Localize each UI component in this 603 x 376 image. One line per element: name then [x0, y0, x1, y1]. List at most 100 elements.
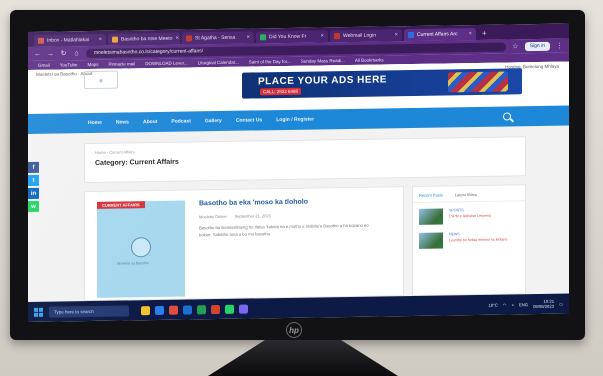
bookmark-item[interactable]: Sunday Mass Readi... [301, 58, 345, 64]
category-badge[interactable]: CURRENT AFFAIRS [97, 201, 145, 209]
post-thumbnail[interactable]: CURRENT AFFAIRS Moeletsi oa Basotho [97, 200, 185, 298]
edge-icon[interactable] [155, 305, 164, 315]
sidebar-tabs: Recent Posts Latest Video [413, 185, 525, 203]
nav-item[interactable]: Login / Register [276, 117, 314, 124]
taskbar-apps [141, 304, 248, 315]
close-tab-icon[interactable]: × [175, 36, 179, 42]
post-author[interactable]: Moeletsi Online [199, 214, 227, 219]
site-logo[interactable]: ◍ [84, 70, 118, 90]
notifications-icon[interactable]: ▭ [559, 301, 563, 306]
post-meta: Moeletsi Online September 21, 2023 [199, 213, 271, 219]
taskbar-search[interactable]: Type here to search [49, 304, 129, 318]
language-indicator[interactable]: ENG [519, 302, 528, 307]
tab-favicon-icon [408, 31, 414, 39]
close-tab-icon[interactable]: × [468, 31, 472, 37]
browser-tab[interactable]: Current Affairs Arc × [404, 27, 476, 42]
nav-item[interactable]: Podcast [171, 118, 190, 124]
sidebar-post[interactable]: SPORTS LSPM e lekhetse Letsema [413, 201, 525, 227]
search-icon[interactable] [503, 112, 511, 121]
close-tab-icon[interactable]: × [98, 37, 102, 43]
tab-label: Inbox - Matlahlakai [47, 37, 89, 44]
sidebar-post-title[interactable]: Lesotho ho holisa melimo ea lehlano [449, 237, 507, 242]
nav-item[interactable]: Gallery [205, 118, 222, 124]
banner-phone: CALL: 2822 6488 [260, 87, 302, 96]
browser-tab[interactable]: Basotho ba ntse Meeto × [108, 32, 180, 46]
volume-icon[interactable]: ◖ [511, 302, 514, 307]
sidebar-post-title[interactable]: LSPM e lekhetse Letsema [449, 213, 491, 218]
tab-label: Did You Know Fr [269, 33, 307, 41]
breadcrumb[interactable]: Home › Current Affairs [95, 149, 135, 155]
tab-label: Basotho ba ntse Meeto [121, 35, 173, 43]
browser-tab[interactable]: Did You Know Fr × [256, 30, 328, 44]
sidebar-post-category[interactable]: NEWS [449, 232, 460, 236]
bookmark-item[interactable]: YouTube [60, 62, 78, 67]
linkedin-icon[interactable]: in [28, 187, 39, 199]
clock[interactable]: 10:21 09/08/2023 [533, 299, 554, 309]
sidebar-post[interactable]: NEWS Lesotho ho holisa melimo ea lehlano [413, 225, 525, 251]
facebook-icon[interactable]: f [28, 161, 39, 173]
star-icon[interactable]: ☆ [512, 42, 519, 50]
close-tab-icon[interactable]: × [394, 32, 398, 38]
ad-banner[interactable]: PLACE YOUR ADS HERE CALL: 2822 6488 [242, 68, 522, 99]
banner-graphic [448, 71, 508, 93]
tab-recent-posts[interactable]: Recent Posts [419, 192, 443, 197]
nav-item[interactable]: Contact Us [236, 117, 262, 123]
new-tab-button[interactable]: + [482, 28, 487, 40]
close-tab-icon[interactable]: × [246, 35, 250, 41]
system-tray: 18°C ◠ ◖ ENG 10:21 09/08/2023 ▭ [488, 299, 563, 310]
file-explorer-icon[interactable] [141, 305, 150, 315]
teams-icon[interactable] [239, 304, 248, 314]
reload-icon[interactable]: ↻ [60, 49, 67, 57]
tab-label: Current Affairs Arc [417, 31, 458, 38]
bookmark-item[interactable]: Maps [87, 62, 98, 67]
whatsapp-icon[interactable]: w [28, 200, 39, 212]
tab-label: Webmail Login [343, 32, 376, 40]
sign-in-button[interactable]: Sign in [524, 41, 550, 51]
menu-icon[interactable]: ⋮ [556, 42, 563, 50]
page-title: Category: Current Affairs [95, 158, 179, 167]
bookmark-item[interactable]: Liturgical Calendar... [198, 60, 239, 66]
thumbnail-caption: Moeletsi oa Basotho [117, 261, 149, 266]
wifi-icon[interactable]: ◠ [503, 302, 507, 307]
sidebar-post-thumbnail[interactable] [419, 232, 443, 249]
bookmark-item[interactable]: All Bookmarks [355, 57, 384, 62]
monitor-stand [208, 340, 398, 376]
excel-icon[interactable] [197, 304, 206, 314]
tab-favicon-icon [186, 35, 192, 42]
hp-logo: hp [286, 322, 302, 338]
post-title[interactable]: Basotho ba eka 'moso ka tloholo [199, 199, 308, 208]
placeholder-logo-icon [131, 237, 151, 258]
home-icon[interactable]: ⌂ [73, 50, 80, 57]
word-icon[interactable] [183, 304, 192, 315]
sidebar-post-thumbnail[interactable] [419, 208, 443, 225]
sidebar-post-category[interactable]: SPORTS [449, 208, 464, 212]
windows-start-icon[interactable] [34, 307, 43, 317]
whatsapp-icon[interactable] [225, 304, 234, 314]
bookmark-item[interactable]: Saint of the Day for... [249, 59, 291, 65]
nav-item[interactable]: Home [88, 120, 102, 126]
tab-favicon-icon [260, 34, 266, 41]
monitor: Inbox - Matlahlakai × Basotho ba ntse Meet… [10, 10, 585, 340]
tab-label: St Agatha - Sensa [195, 34, 236, 42]
weather-label[interactable]: 18°C [488, 302, 497, 307]
screen: Inbox - Matlahlakai × Basotho ba ntse Meet… [28, 23, 569, 323]
web-page: Moeletsi oa Basotho · About Hosting, Bom… [28, 61, 569, 302]
post-card[interactable]: CURRENT AFFAIRS Moeletsi oa Basotho Baso… [84, 186, 404, 302]
powerpoint-icon[interactable] [211, 304, 220, 314]
post-excerpt: Basotho ba ikemiselitseng ho tlatsa 'kok… [199, 222, 369, 238]
forward-icon[interactable]: → [47, 50, 54, 57]
post-date: September 21, 2023 [234, 213, 271, 219]
browser-tab[interactable]: Inbox - Matlahlakai × [34, 33, 106, 47]
sidebar-widget: Recent Posts Latest Video SPORTS LSPM e … [412, 184, 526, 296]
back-icon[interactable]: ← [34, 50, 41, 57]
close-tab-icon[interactable]: × [320, 33, 324, 39]
bookmark-item[interactable]: DOWNLOAD Lever... [145, 60, 188, 66]
tab-latest-video[interactable]: Latest Video [455, 192, 477, 197]
chrome-icon[interactable] [169, 305, 178, 315]
nav-item[interactable]: About [143, 119, 157, 125]
nav-item[interactable]: News [116, 119, 129, 125]
bookmark-item[interactable]: Gmail [38, 63, 50, 68]
twitter-icon[interactable]: t [28, 174, 39, 186]
bookmark-item[interactable]: Pinnacle mail [108, 61, 135, 66]
tab-favicon-icon [334, 33, 340, 40]
